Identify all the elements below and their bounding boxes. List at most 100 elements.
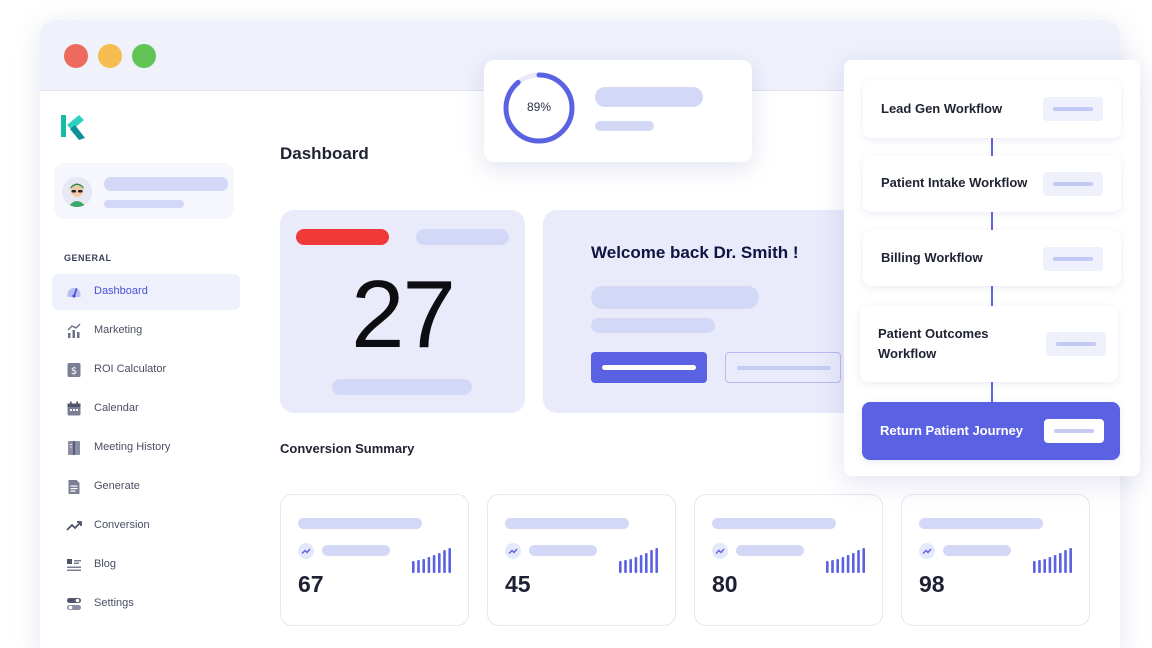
sidebar-item-label: Generate	[94, 480, 140, 492]
sparkline-bar	[448, 548, 451, 573]
sparkline-bar	[1038, 560, 1041, 573]
welcome-text-placeholder	[591, 286, 759, 309]
sidebar-item-generate[interactable]: Generate	[52, 469, 240, 505]
sparkline-bar	[655, 548, 658, 573]
trend-up-icon	[298, 543, 314, 559]
welcome-heading: Welcome back Dr. Smith !	[591, 243, 799, 262]
maximize-window-button[interactable]	[132, 44, 156, 68]
brand-logo[interactable]	[60, 112, 86, 142]
sparkline-bar	[432, 555, 436, 573]
big-count-value: 27	[351, 261, 456, 368]
stat-sublabel-placeholder	[529, 545, 597, 556]
sparkline-bar	[1059, 553, 1062, 573]
sidebar-item-calendar[interactable]: Calendar	[52, 391, 240, 427]
sparkline-bar	[634, 557, 638, 573]
stat-value: 67	[298, 571, 324, 597]
sparkline-bar	[624, 560, 627, 573]
stat-label-placeholder	[712, 518, 836, 529]
dollar-icon: $	[67, 363, 81, 377]
workflow-item-billing[interactable]: Billing Workflow	[863, 230, 1121, 286]
sparkline-bar	[841, 557, 845, 573]
button-label-placeholder	[602, 365, 696, 370]
sparkline-bar	[1043, 559, 1046, 573]
chart-icon	[67, 323, 81, 338]
stat-card[interactable]: 98	[901, 494, 1090, 626]
workflow-item-label: Patient Outcomes Workflow	[878, 326, 989, 361]
sparkline-bar	[862, 548, 865, 573]
workflow-item-label: Patient Intake Workflow	[881, 175, 1028, 190]
sparkline-bar	[639, 555, 643, 573]
workflow-item-chip	[1043, 97, 1103, 121]
workflow-connector	[991, 286, 993, 306]
sparkline-bar	[831, 560, 834, 573]
count-card-label-placeholder	[416, 229, 509, 245]
stage: GENERAL Dashboard Marketing $ ROI Calcul…	[0, 0, 1152, 648]
stat-card[interactable]: 80	[694, 494, 883, 626]
count-card: 27	[280, 210, 525, 413]
sidebar-item-settings[interactable]: Settings	[52, 586, 240, 622]
stat-sublabel-placeholder	[736, 545, 804, 556]
workflow-item-lead-gen[interactable]: Lead Gen Workflow	[863, 80, 1121, 138]
sparkline-bar	[629, 559, 632, 573]
close-window-button[interactable]	[64, 44, 88, 68]
sparkline-bar	[1069, 548, 1072, 573]
sparkline-bar	[645, 553, 648, 573]
sidebar-item-label: Blog	[94, 558, 117, 570]
bar-sparkline	[826, 548, 865, 573]
sparkline-bar	[422, 559, 425, 573]
workflow-item-chip	[1044, 419, 1104, 443]
workflow-item-return-patient-journey[interactable]: Return Patient Journey	[862, 402, 1120, 460]
trend-up-icon	[712, 543, 728, 559]
sparkline-bar	[826, 561, 829, 573]
trend-up-icon	[919, 543, 935, 559]
book-icon	[68, 441, 80, 455]
workflow-item-patient-outcomes[interactable]: Patient Outcomes Workflow	[860, 306, 1118, 382]
page-title: Dashboard	[280, 144, 369, 163]
stat-value: 80	[712, 571, 738, 597]
sidebar-item-label: Dashboard	[94, 285, 148, 297]
sidebar-item-label: Marketing	[94, 324, 143, 336]
sparkline-bar	[619, 561, 622, 573]
sidebar-item-conversion[interactable]: Conversion	[52, 508, 240, 544]
workflow-item-chip	[1046, 332, 1106, 356]
list-icon	[67, 559, 81, 571]
sidebar-item-dashboard[interactable]: Dashboard	[52, 274, 240, 310]
primary-action-button[interactable]	[591, 352, 707, 383]
secondary-action-button[interactable]	[725, 352, 841, 383]
workflow-connector	[991, 138, 993, 156]
sparkline-bar	[836, 559, 839, 573]
workflow-item-chip	[1043, 172, 1103, 196]
alert-bar	[296, 229, 389, 245]
sparkline-bar	[1064, 550, 1067, 573]
sidebar-item-label: Settings	[94, 597, 134, 609]
sidebar-item-marketing[interactable]: Marketing	[52, 313, 240, 349]
profile-name-placeholder	[104, 177, 228, 191]
sidebar-item-roi-calculator[interactable]: $ ROI Calculator	[52, 352, 240, 388]
avatar[interactable]	[62, 177, 92, 207]
bar-sparkline	[1033, 548, 1072, 573]
stat-value: 45	[505, 571, 531, 597]
progress-popup: 89%	[484, 60, 752, 162]
sidebar-section-label: GENERAL	[64, 253, 112, 263]
trend-up-icon	[66, 521, 82, 531]
bar-sparkline	[412, 548, 451, 573]
gauge-icon	[67, 288, 81, 298]
workflow-item-label: Billing Workflow	[881, 250, 983, 265]
stat-value: 98	[919, 571, 945, 597]
sidebar-item-meeting-history[interactable]: Meeting History	[52, 430, 240, 466]
profile-card[interactable]	[54, 163, 234, 219]
sidebar-item-blog[interactable]: Blog	[52, 547, 240, 583]
sidebar-item-label: Conversion	[94, 519, 150, 531]
stat-label-placeholder	[919, 518, 1043, 529]
document-icon	[68, 480, 80, 494]
workflow-item-patient-intake[interactable]: Patient Intake Workflow	[863, 156, 1121, 212]
stat-card[interactable]: 67	[280, 494, 469, 626]
progress-title-placeholder	[595, 87, 703, 107]
stat-card[interactable]: 45	[487, 494, 676, 626]
sidebar-item-label: ROI Calculator	[94, 363, 167, 375]
profile-role-placeholder	[104, 200, 184, 208]
stat-sublabel-placeholder	[322, 545, 390, 556]
progress-value: 89%	[526, 100, 552, 114]
stat-label-placeholder	[298, 518, 422, 529]
minimize-window-button[interactable]	[98, 44, 122, 68]
